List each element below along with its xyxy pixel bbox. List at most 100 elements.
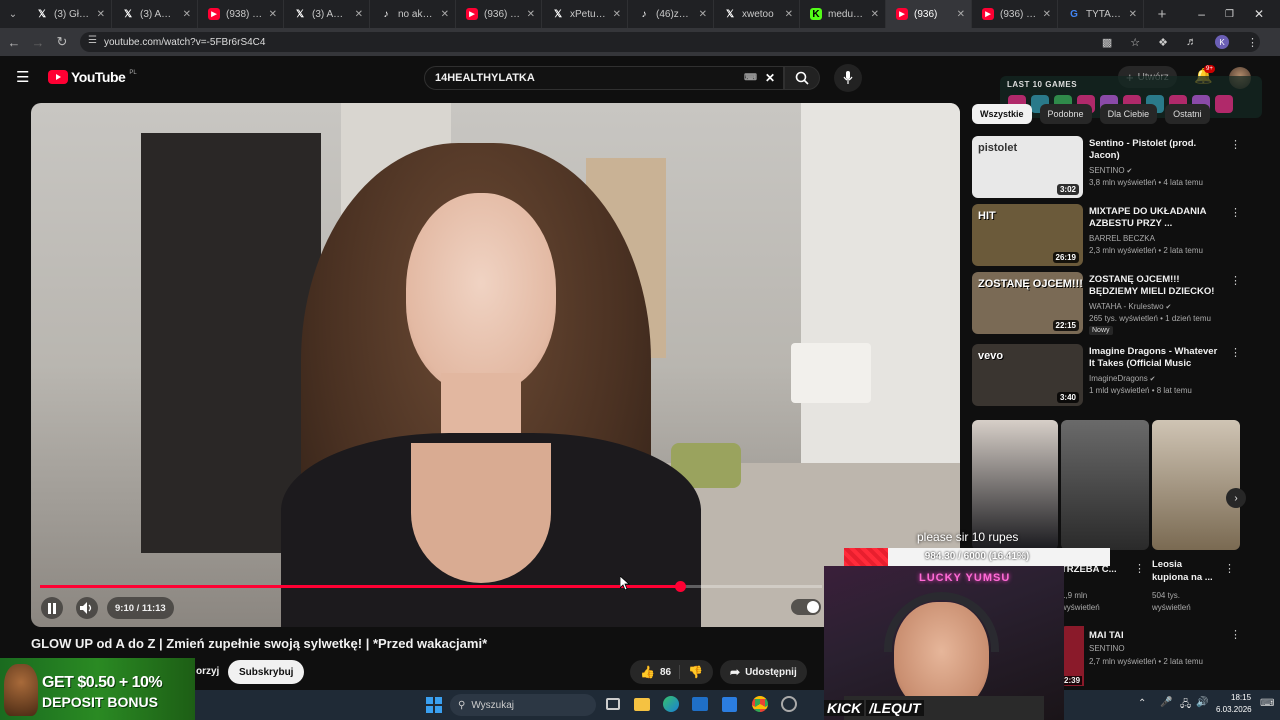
tray-mic-icon[interactable]: 🎤 <box>1160 697 1172 708</box>
channel-partial-text[interactable]: orzyj <box>196 666 219 677</box>
rec-more-icon[interactable]: ⋮ <box>1230 274 1241 287</box>
tab-search-icon[interactable]: ⌄ <box>0 2 26 26</box>
extensions-icon[interactable]: ❖ <box>1158 36 1168 49</box>
site-info-icon[interactable]: ☰ <box>88 35 97 46</box>
autoplay-toggle[interactable] <box>791 599 821 615</box>
close-tab-icon[interactable]: ✕ <box>871 9 879 20</box>
taskbar-date[interactable]: 6.03.2026 <box>1216 705 1252 714</box>
chip-all[interactable]: Wszystkie <box>972 104 1032 124</box>
browser-tab[interactable]: 𝕏xPetu w sc ✕ <box>542 0 628 28</box>
close-tab-icon[interactable]: ✕ <box>957 9 965 20</box>
search-button[interactable] <box>784 66 820 90</box>
browser-tab[interactable]: 𝕏 (3) Główna ✕ <box>26 0 112 28</box>
taskbar-time[interactable]: 18:15 <box>1231 693 1251 702</box>
address-bar[interactable]: ☰ youtube.com/watch?v=-5FBr6rS4C4 ▩ ☆ ❖ … <box>80 32 1260 52</box>
browser-tab[interactable]: ▶ (936) YouT ✕ <box>456 0 542 28</box>
close-tab-icon[interactable]: ✕ <box>355 9 363 20</box>
restore-window-icon[interactable]: ❐ <box>1225 9 1234 20</box>
clear-search-icon[interactable]: ✕ <box>765 71 775 85</box>
share-button[interactable]: ➦ Udostępnij <box>720 660 807 684</box>
rec-meta: 265 tys. wyświetleń • 1 dzień temu <box>1089 314 1211 323</box>
browser-menu-icon[interactable]: ⋮ <box>1247 36 1264 49</box>
subscribe-button[interactable]: Subskrybuj <box>228 660 305 684</box>
bookmark-star-icon[interactable]: ☆ <box>1130 36 1140 49</box>
close-window-icon[interactable]: ✕ <box>1254 7 1264 21</box>
chip-for-you[interactable]: Dla Ciebie <box>1099 104 1158 124</box>
taskbar-search[interactable]: ⚲ Wyszukaj <box>450 694 596 716</box>
media-control-icon[interactable]: ♬ <box>1186 36 1197 48</box>
short-more-icon[interactable]: ⋮ <box>1134 562 1145 575</box>
recommendation-item[interactable]: ZOSTANĘ OJCEM!!! 22:15 ZOSTANĘ OJCEM!!! BĘ… <box>972 272 1252 336</box>
browser-tab[interactable]: 𝕏 (3) Adam ✕ <box>112 0 198 28</box>
keyboard-icon[interactable]: ⌨ <box>744 72 757 83</box>
chrome-icon[interactable] <box>752 696 768 712</box>
short-thumb[interactable] <box>1061 420 1149 550</box>
reload-icon[interactable]: ↻ <box>50 30 74 54</box>
recommendation-item[interactable]: 2:39 MAI TAI SENTINO 2,7 mln wyświetleń … <box>1062 626 1272 686</box>
kick-icon: K <box>810 8 822 20</box>
close-tab-icon[interactable]: ✕ <box>1043 9 1051 20</box>
search-input[interactable]: 14HEALTHYLATKA ⌨ ✕ <box>424 66 784 90</box>
close-tab-icon[interactable]: ✕ <box>441 9 449 20</box>
video-player[interactable]: 9:10 / 11:13 <box>31 103 960 627</box>
recommendation-item[interactable]: pistolet 3:02 Sentino - Pistolet (prod. Ja… <box>972 136 1252 200</box>
new-tab-icon[interactable]: + <box>1150 2 1174 26</box>
dislike-button[interactable]: 👎 <box>680 663 713 681</box>
short-more-icon[interactable]: ⋮ <box>1224 562 1235 575</box>
speaker-icon[interactable]: 🔊 <box>1196 697 1208 708</box>
mail-icon[interactable] <box>692 697 708 711</box>
close-tab-icon[interactable]: ✕ <box>699 9 707 20</box>
install-app-icon[interactable]: ▩ <box>1102 36 1112 49</box>
recommendation-item[interactable]: HIT 26:19 MIXTAPE DO UKŁADANIA AZBESTU PRZ… <box>972 204 1252 268</box>
close-tab-icon[interactable]: ✕ <box>785 9 793 20</box>
short-thumb[interactable] <box>1152 420 1240 550</box>
like-button[interactable]: 👍 86 <box>630 665 681 679</box>
close-tab-icon[interactable]: ✕ <box>613 9 621 20</box>
chip-recent[interactable]: Ostatni <box>1165 104 1210 124</box>
browser-tab[interactable]: ▶ (938) mam ✕ <box>198 0 284 28</box>
progress-scrubber[interactable] <box>674 581 686 592</box>
rec-more-icon[interactable]: ⋮ <box>1230 628 1241 641</box>
recommendation-item[interactable]: vevo 3:40 Imagine Dragons - Whatever It Ta… <box>972 344 1252 408</box>
profile-avatar[interactable]: K <box>1215 35 1229 49</box>
browser-tab[interactable]: 𝕏xwetoo ✕ <box>714 0 800 28</box>
voice-search-button[interactable] <box>834 64 862 92</box>
task-view-icon[interactable] <box>606 698 620 710</box>
rec-more-icon[interactable]: ⋮ <box>1230 346 1241 359</box>
rec-more-icon[interactable]: ⋮ <box>1230 206 1241 219</box>
browser-tab[interactable]: ♪ no akurat ✕ <box>370 0 456 28</box>
close-tab-icon[interactable]: ✕ <box>269 9 277 20</box>
file-explorer-icon[interactable] <box>634 698 650 711</box>
casino-ad-banner[interactable]: GET $0.50 + 10% DEPOSIT BONUS <box>0 658 195 720</box>
youtube-logo[interactable]: YouTube PL <box>48 69 137 85</box>
taskbar-app-icon[interactable] <box>781 696 797 712</box>
close-tab-icon[interactable]: ✕ <box>1129 9 1137 20</box>
browser-tab[interactable]: Kmeduska ✕ <box>800 0 886 28</box>
tray-chevron-icon[interactable]: ⌃ <box>1138 698 1146 709</box>
edge-icon[interactable] <box>663 696 679 712</box>
network-icon[interactable]: 🖧 <box>1180 697 1191 714</box>
browser-tab[interactable]: ♪ (46)zaraz ✕ <box>628 0 714 28</box>
shorts-next-button[interactable]: › <box>1226 488 1246 508</box>
tab-title: no akurat <box>398 8 435 20</box>
close-tab-icon[interactable]: ✕ <box>527 9 535 20</box>
store-icon[interactable] <box>722 697 737 712</box>
browser-tab[interactable]: 𝕏 (3) Adam ✕ <box>284 0 370 28</box>
kick-username: /LEQUT <box>866 700 924 716</box>
pause-button[interactable] <box>41 597 63 619</box>
close-tab-icon[interactable]: ✕ <box>183 9 191 20</box>
progress-track[interactable] <box>40 581 822 592</box>
chip-related[interactable]: Podobne <box>1039 104 1092 124</box>
notification-center-icon[interactable]: ⌨ <box>1260 698 1274 709</box>
rec-more-icon[interactable]: ⋮ <box>1230 138 1241 151</box>
browser-tab[interactable]: G TYTAN TI ✕ <box>1058 0 1144 28</box>
forward-icon[interactable]: → <box>26 30 50 54</box>
volume-button[interactable] <box>76 597 98 619</box>
close-tab-icon[interactable]: ✕ <box>97 9 105 20</box>
browser-tab[interactable]: ▶ (936) 14h ✕ <box>972 0 1058 28</box>
back-icon[interactable]: ← <box>2 30 26 54</box>
browser-tab[interactable]: ▶ (936) ✕ <box>886 0 972 28</box>
start-button[interactable] <box>426 697 442 713</box>
minimize-window-icon[interactable]: – <box>1198 7 1205 21</box>
hamburger-menu-icon[interactable]: ☰ <box>16 68 29 86</box>
